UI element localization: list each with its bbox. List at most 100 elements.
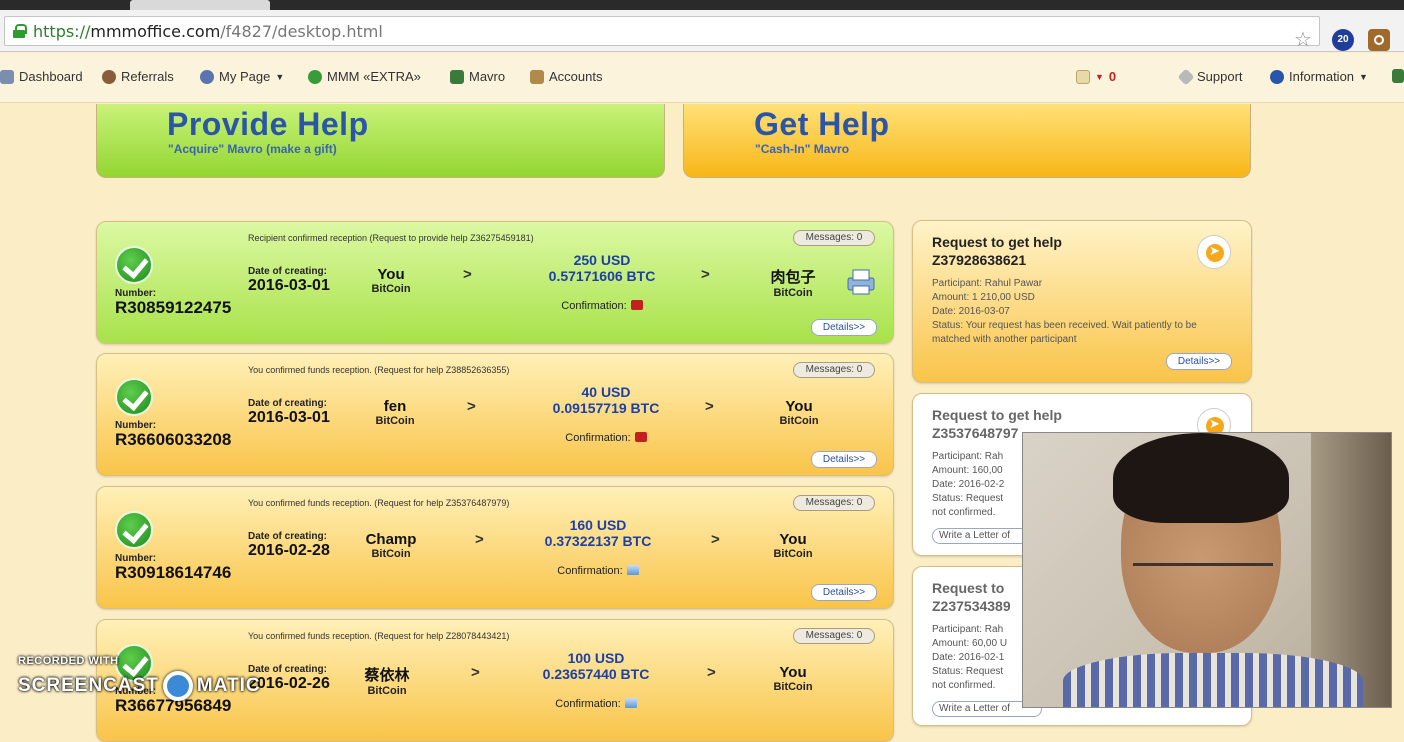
arrow-right-icon: > xyxy=(467,398,476,415)
confirmation: Confirmation: xyxy=(521,432,691,444)
transaction-card: Number: R30859122475 Recipient confirmed… xyxy=(96,221,894,344)
provide-help-title: Provide Help xyxy=(167,106,369,142)
address-bar: https://mmmoffice.com/f4827/desktop.html… xyxy=(0,10,1404,52)
url-protocol: https:// xyxy=(33,21,91,41)
transaction-number: R36606033208 xyxy=(115,430,232,449)
confirmation-image-icon[interactable] xyxy=(626,565,639,575)
transfer-amount: 160 USD 0.37322137 BTC xyxy=(544,517,652,549)
request-card: Request to get helpZ37928638621 Particip… xyxy=(912,220,1252,383)
transfer-amount: 250 USD 0.57171606 BTC xyxy=(548,252,656,284)
nav-support[interactable]: Support xyxy=(1177,68,1243,85)
date-label: Date of creating: xyxy=(248,531,327,542)
nav-accounts[interactable]: Accounts xyxy=(530,69,602,84)
screencast-watermark: RECORDED WITH SCREENCAST MATIC xyxy=(18,655,261,701)
provide-help-button[interactable]: Provide Help "Acquire" Mavro (make a gif… xyxy=(96,104,665,178)
recipient: You BitCoin xyxy=(773,531,813,560)
nav-information[interactable]: Information ▼ xyxy=(1270,69,1368,84)
site-nav: Dashboard Referrals My Page ▼ MMM «EXTRA»… xyxy=(0,53,1404,103)
chevron-down-icon: ▼ xyxy=(275,71,285,82)
request-title: Request to get help Z37928638621 xyxy=(932,234,1062,268)
details-button[interactable]: Details>> xyxy=(811,451,877,468)
mavro-icon xyxy=(1392,69,1404,83)
check-icon xyxy=(115,511,153,549)
print-icon[interactable] xyxy=(845,268,877,296)
mavro-icon xyxy=(450,69,464,84)
transaction-card: Number: R36606033208 You confirmed funds… xyxy=(96,353,894,476)
transaction-card: Number: R30918614746 You confirmed funds… xyxy=(96,486,894,609)
chevron-down-icon: ▼ xyxy=(1095,71,1104,82)
url-host: mmmoffice.com xyxy=(90,21,221,41)
request-title: Request to Z237534389 xyxy=(932,580,1011,614)
nav-referrals[interactable]: Referrals xyxy=(102,69,174,84)
confirmation-icon[interactable] xyxy=(634,432,647,442)
url-path: /f4827/desktop.html xyxy=(220,21,383,41)
webcam-hair xyxy=(1113,433,1289,523)
people-icon xyxy=(102,69,116,84)
arrow-right-icon: > xyxy=(701,266,710,283)
browser-tab[interactable] xyxy=(130,0,270,10)
recipient: You BitCoin xyxy=(773,664,813,693)
transfer-amount: 100 USD 0.23657440 BTC xyxy=(542,650,650,682)
bookmark-star-icon[interactable]: ☆ xyxy=(1294,27,1312,52)
camera-extension-icon[interactable] xyxy=(1368,29,1390,51)
nav-my-page[interactable]: My Page ▼ xyxy=(200,69,284,84)
transaction-status: You confirmed funds reception. (Request … xyxy=(248,365,510,375)
confirmation-icon[interactable] xyxy=(630,300,643,310)
sender: fen BitCoin xyxy=(375,398,415,427)
nav-dashboard[interactable]: Dashboard xyxy=(0,69,83,84)
support-icon xyxy=(1177,68,1195,85)
confirmation-image-icon[interactable] xyxy=(624,698,637,708)
messages-button[interactable]: Messages: 0 xyxy=(793,495,875,511)
messages-button[interactable]: Messages: 0 xyxy=(793,362,875,378)
extension-icon[interactable]: 20 xyxy=(1332,29,1354,51)
creation-date: 2016-03-01 xyxy=(248,409,330,426)
recipient: You BitCoin xyxy=(779,398,819,427)
webcam-overlay xyxy=(1022,432,1392,708)
arrow-right-icon: > xyxy=(711,531,720,548)
request-info: Participant: Rahul Pawar Amount: 1 210,0… xyxy=(932,278,1197,345)
sender: You BitCoin xyxy=(371,266,411,295)
nav-mavro[interactable]: Mavro xyxy=(450,69,505,84)
browser-tabstrip xyxy=(0,0,1404,10)
creation-date: 2016-02-28 xyxy=(248,542,330,559)
creation-date: 2016-03-01 xyxy=(248,277,330,294)
check-icon xyxy=(115,246,153,284)
transfer-amount: 40 USD 0.09157719 BTC xyxy=(552,384,660,416)
get-help-subtitle: "Cash-In" Mavro xyxy=(755,142,850,156)
details-button[interactable]: Details>> xyxy=(811,584,877,601)
transaction-number: R30918614746 xyxy=(115,563,232,582)
transaction-number: R30859122475 xyxy=(115,298,232,317)
arrow-right-icon: > xyxy=(707,664,716,681)
nav-mail[interactable]: ▼ 0 xyxy=(1076,69,1116,84)
screencast-logo-icon xyxy=(162,671,193,701)
nav-mmm-extra[interactable]: MMM «EXTRA» xyxy=(308,69,421,84)
confirmation: Confirmation: xyxy=(511,698,681,710)
arrow-right-circle-icon[interactable] xyxy=(1197,235,1231,269)
details-button[interactable]: Details>> xyxy=(1166,353,1232,370)
sender: 蔡依林 BitCoin xyxy=(364,667,410,697)
webcam-glasses xyxy=(1133,563,1273,593)
arrow-right-icon: > xyxy=(705,398,714,415)
arrow-right-icon: > xyxy=(463,266,472,283)
url-field[interactable]: https://mmmoffice.com/f4827/desktop.html xyxy=(4,16,1320,46)
transaction-status: You confirmed funds reception. (Request … xyxy=(248,631,510,641)
dashboard-icon xyxy=(0,69,14,84)
nav-extra-icon[interactable] xyxy=(1392,69,1404,83)
details-button[interactable]: Details>> xyxy=(811,319,877,336)
recipient: 肉包子 BitCoin xyxy=(770,269,816,299)
get-help-button[interactable]: Get Help "Cash-In" Mavro xyxy=(683,104,1251,178)
confirmation: Confirmation: xyxy=(513,565,683,577)
lock-icon xyxy=(13,24,27,38)
chevron-down-icon: ▼ xyxy=(1359,71,1368,82)
messages-button[interactable]: Messages: 0 xyxy=(793,628,875,644)
date-label: Date of creating: xyxy=(248,266,327,277)
messages-button[interactable]: Messages: 0 xyxy=(793,230,875,246)
confirmation: Confirmation: xyxy=(517,300,687,312)
get-help-title: Get Help xyxy=(754,106,890,142)
info-icon xyxy=(1270,69,1284,84)
user-icon xyxy=(200,69,214,84)
date-label: Date of creating: xyxy=(248,398,327,409)
webcam-shirt xyxy=(1063,653,1363,707)
provide-help-subtitle: "Acquire" Mavro (make a gift) xyxy=(168,142,337,156)
sender: Champ BitCoin xyxy=(365,531,417,560)
